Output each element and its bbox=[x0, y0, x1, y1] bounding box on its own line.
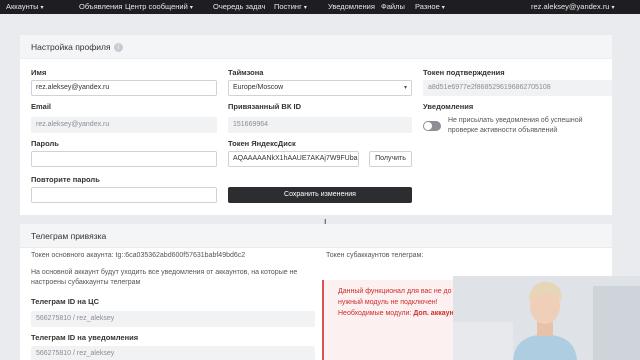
alert-line-2: нужный модуль не подключен! bbox=[338, 299, 438, 306]
vk-id-field: 151669964 bbox=[228, 117, 412, 133]
chevron-down-icon: ▾ bbox=[611, 5, 615, 11]
nav-notifications[interactable]: Уведомления bbox=[328, 0, 375, 14]
yadisk-token-input[interactable]: AQAAAAANkX1hAAUE7AKAj7W9FUba bbox=[228, 151, 359, 167]
password-input[interactable] bbox=[31, 151, 217, 167]
chevron-down-icon: ▾ bbox=[303, 5, 307, 11]
notifications-label: Уведомления bbox=[423, 102, 474, 111]
chevron-down-icon: ▾ bbox=[403, 85, 407, 91]
telegram-id-cs-label: Телеграм ID на ЦС bbox=[31, 297, 99, 306]
nav-ads[interactable]: Объявления bbox=[79, 0, 122, 14]
password-label: Пароль bbox=[31, 139, 59, 148]
save-changes-button[interactable]: Сохранить изменения bbox=[228, 187, 412, 203]
telegram-title: Телеграм привязка bbox=[31, 231, 107, 241]
get-token-button[interactable]: Получить bbox=[369, 151, 412, 167]
chevron-down-icon: ▾ bbox=[189, 5, 193, 11]
subaccount-token-label: Токен субаккаунтов телеграм: bbox=[326, 252, 424, 259]
main-account-token: Токен основного акаунта: tg::6ca035362ab… bbox=[31, 252, 246, 259]
telegram-id-notif-label: Телеграм ID на уведомления bbox=[31, 333, 139, 342]
nav-files[interactable]: Файлы bbox=[381, 0, 405, 14]
nav-message-center[interactable]: Центр сообщений ▾ bbox=[125, 0, 193, 14]
profile-settings-title: Настройка профиля bbox=[31, 42, 111, 52]
alert-line-1: Данный функционал для вас не до bbox=[338, 288, 452, 295]
webcam-person-illustration bbox=[453, 276, 640, 360]
nav-posting[interactable]: Постинг ▾ bbox=[274, 0, 307, 14]
required-module-link[interactable]: Доп. аккаун bbox=[413, 310, 453, 317]
profile-settings-header: Настройка профиля i bbox=[20, 35, 612, 59]
confirm-token-label: Токен подтверждения bbox=[423, 68, 505, 77]
main-account-notice: На основной аккаунт будут уходить все ув… bbox=[31, 269, 298, 286]
confirm-token-field: a8d51e6977e2f8685296196862705108 bbox=[423, 80, 612, 96]
yadisk-token-label: Токен ЯндексДиск bbox=[228, 139, 296, 148]
timezone-select[interactable]: Europe/Moscow ▾ bbox=[228, 80, 412, 96]
email-label: Email bbox=[31, 102, 52, 111]
alert-line-3: Необходимые модули: Доп. аккаун bbox=[338, 310, 454, 317]
telegram-header: Телеграм привязка bbox=[20, 224, 612, 248]
timezone-value: Europe/Moscow bbox=[233, 84, 284, 91]
name-label: Имя bbox=[31, 68, 47, 77]
chevron-down-icon: ▾ bbox=[40, 5, 44, 11]
telegram-id-cs-field: 566275810 / rez_aleksey bbox=[31, 311, 315, 327]
timezone-label: Таймзона bbox=[228, 68, 264, 77]
nav-misc[interactable]: Разное ▾ bbox=[415, 0, 445, 14]
nav-task-queue[interactable]: Очередь задач bbox=[213, 0, 265, 14]
name-input[interactable]: rez.aleksey@yandex.ru bbox=[31, 80, 217, 96]
toggle-knob bbox=[424, 122, 432, 130]
info-icon[interactable]: i bbox=[114, 43, 123, 52]
vk-id-label: Привязанный ВК ID bbox=[228, 102, 302, 111]
telegram-id-notif-field: 566275810 / rez_aleksey bbox=[31, 346, 315, 360]
nav-user-menu[interactable]: rez.aleksey@yandex.ru ▾ bbox=[531, 0, 615, 14]
repeat-password-label: Повторите пароль bbox=[31, 175, 100, 184]
top-navbar: Аккаунты ▾ Объявления Центр сообщений ▾ Оч… bbox=[0, 0, 640, 14]
webcam-overlay bbox=[453, 276, 640, 360]
nav-accounts[interactable]: Аккаунты ▾ bbox=[6, 0, 44, 14]
email-field: rez.aleksey@yandex.ru bbox=[31, 117, 217, 133]
notifications-toggle-text: Не присылать уведомления об успешной про… bbox=[448, 117, 583, 134]
repeat-password-input[interactable] bbox=[31, 187, 217, 203]
chevron-down-icon: ▾ bbox=[441, 5, 445, 11]
notifications-toggle[interactable] bbox=[423, 121, 441, 131]
